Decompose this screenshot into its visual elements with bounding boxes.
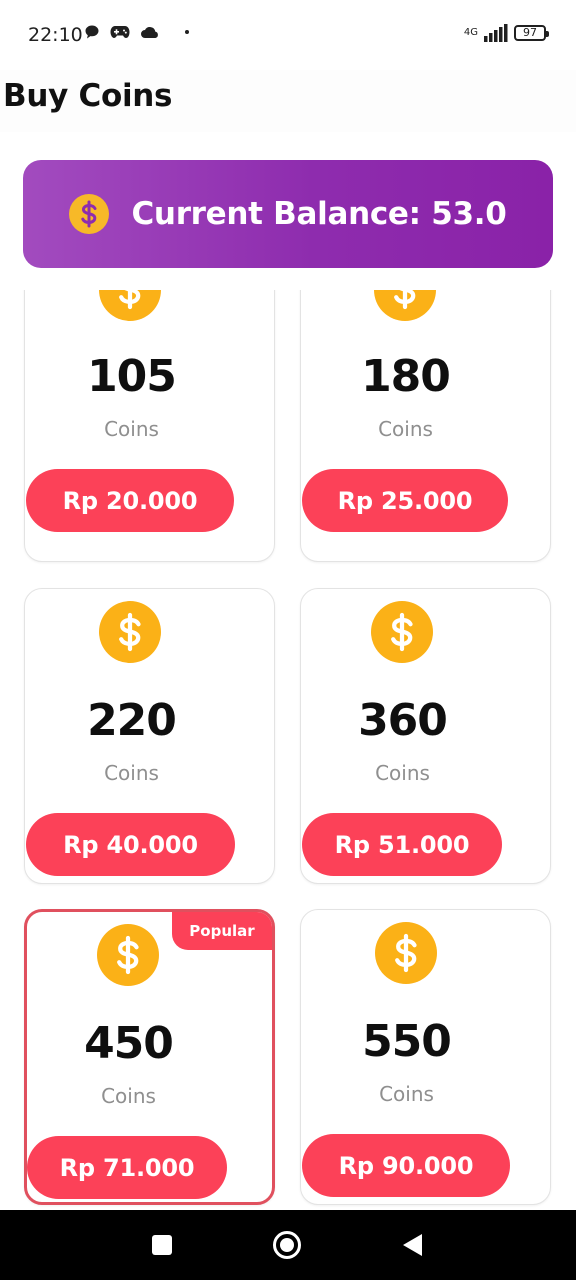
system-status: 4G 97 [463,24,549,42]
coin-unit: Coins [101,1084,156,1108]
back-icon[interactable] [397,1230,427,1260]
coin-amount: 180 [361,351,451,402]
price-button[interactable]: Rp 90.000 [302,1134,510,1197]
coin-icon [99,290,161,321]
coin-amount: 360 [358,695,448,746]
system-nav-bar [0,1210,576,1280]
coin-icon [69,194,110,234]
price-button[interactable]: Rp 51.000 [302,813,502,876]
coin-icon [371,601,433,663]
cloud-icon [141,27,158,38]
battery-level: 97 [523,26,537,39]
packages-grid[interactable]: 105 Coins Rp 20.000 180 Coins Rp 25.000 [0,290,576,1210]
network-type: 4G [463,27,478,38]
package-card[interactable]: 105 Coins Rp 20.000 [24,290,275,562]
recents-icon[interactable] [147,1230,177,1260]
package-card-popular[interactable]: Popular 450 Coins Rp 71.000 [24,909,275,1205]
package-card[interactable]: 360 Coins Rp 51.000 [300,588,551,884]
balance-label: Current Balance: 53.0 [131,196,507,232]
page-title: Buy Coins [3,78,173,114]
coin-unit: Coins [378,417,433,441]
app-header: Buy Coins [0,70,576,132]
coin-unit: Coins [104,417,159,441]
package-card[interactable]: 220 Coins Rp 40.000 [24,588,275,884]
coin-icon [374,290,436,321]
price-button[interactable]: Rp 40.000 [26,813,235,876]
coin-amount: 105 [87,351,177,402]
coin-unit: Coins [379,1082,434,1106]
price-button[interactable]: Rp 25.000 [302,469,508,532]
battery-icon: 97 [514,25,549,41]
package-card[interactable]: 550 Coins Rp 90.000 [300,909,551,1205]
price-button[interactable]: Rp 20.000 [26,469,234,532]
coin-amount: 220 [87,695,177,746]
gamepad-icon [110,26,130,38]
screen: 22:10 4G 97 Buy Coins Current Balance: 5… [0,0,576,1280]
popular-badge: Popular [172,912,272,950]
dot-icon [185,30,189,34]
status-time: 22:10 [28,24,83,46]
coin-icon [97,924,159,986]
price-button[interactable]: Rp 71.000 [27,1136,227,1199]
signal-icon [484,24,508,42]
coin-unit: Coins [375,761,430,785]
coin-icon [375,922,437,984]
status-bar: 22:10 4G 97 [0,0,576,70]
chat-icon [85,25,99,39]
balance-banner: Current Balance: 53.0 [23,160,553,268]
coin-amount: 550 [362,1016,452,1067]
coin-amount: 450 [84,1018,174,1069]
coin-unit: Coins [104,761,159,785]
package-card[interactable]: 180 Coins Rp 25.000 [300,290,551,562]
notification-icons [84,24,192,40]
coin-icon [99,601,161,663]
home-icon[interactable] [272,1230,302,1260]
